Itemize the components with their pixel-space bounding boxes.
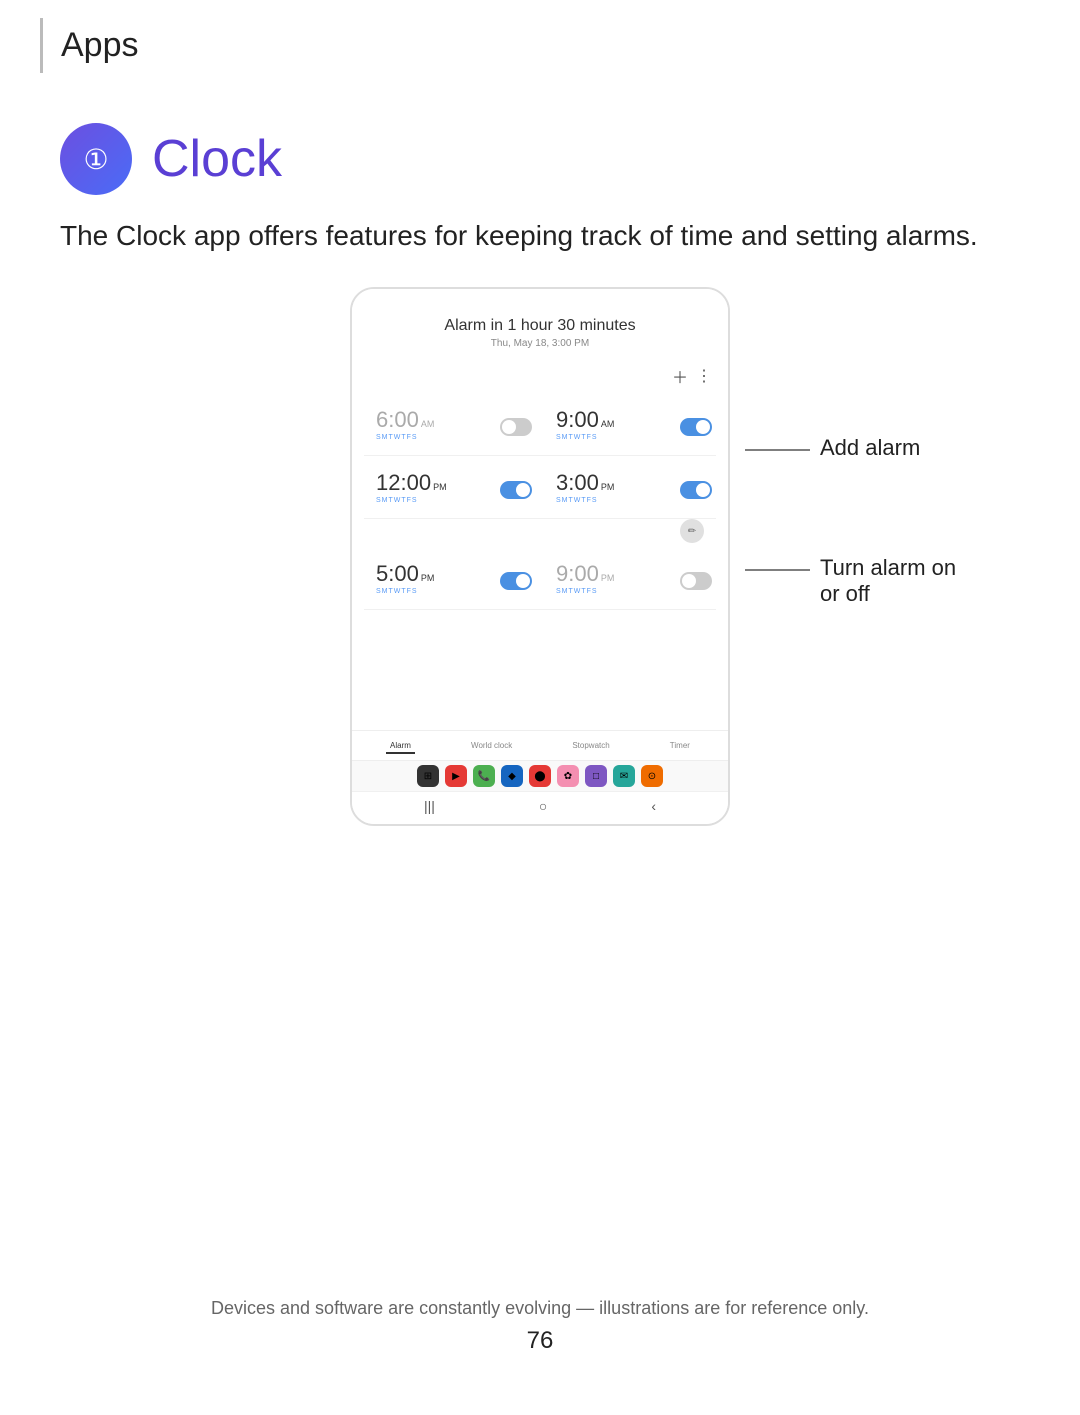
alarm-time-6: 9:00 — [556, 561, 599, 587]
alarm-item-1[interactable]: 6:00 AM SMTWTFS — [368, 401, 500, 447]
alarm-item-6[interactable]: 9:00 PM SMTWTFS — [548, 555, 680, 601]
alarm-days-2: SMTWTFS — [556, 434, 672, 441]
dock-phone-icon[interactable]: 📞 — [473, 765, 495, 787]
more-options-icon[interactable]: ⋮ — [696, 366, 712, 386]
callout-turn-alarm-label: Turn alarm on or off — [820, 555, 970, 607]
dock-app5-icon[interactable]: ✿ — [557, 765, 579, 787]
dock-grid-icon[interactable]: ⊞ — [417, 765, 439, 787]
navigation-bar: ||| ○ ‹ — [352, 791, 728, 820]
alarm-countdown: Alarm in 1 hour 30 minutes — [372, 317, 708, 335]
alarm-toggle-2[interactable] — [680, 401, 712, 447]
page-description: The Clock app offers features for keepin… — [60, 215, 1020, 257]
breadcrumb: Apps — [61, 18, 139, 73]
clock-app-icon: ① — [60, 123, 132, 195]
alarm-time-4: 3:00 — [556, 470, 599, 496]
dock-app3-icon[interactable]: ◆ — [501, 765, 523, 787]
page-title: Clock — [152, 129, 282, 189]
alarm-ampm-3: PM — [433, 482, 447, 492]
alarm-time-5: 5:00 — [376, 561, 419, 587]
dock-app8-icon[interactable]: ⊙ — [641, 765, 663, 787]
alarm-days-4: SMTWTFS — [556, 497, 672, 504]
alarm-time-3: 12:00 — [376, 470, 431, 496]
alarm-item-5[interactable]: 5:00 PM SMTWTFS — [368, 555, 500, 601]
footer: Devices and software are constantly evol… — [0, 1298, 1080, 1355]
alarm-item-3[interactable]: 12:00 PM SMTWTFS — [368, 464, 500, 510]
dock-youtube-icon[interactable]: ▶ — [445, 765, 467, 787]
alarm-date: Thu, May 18, 3:00 PM — [372, 338, 708, 349]
alarm-toggle-6[interactable] — [680, 555, 712, 601]
device-mockup: Alarm in 1 hour 30 minutes Thu, May 18, … — [350, 287, 730, 826]
alarm-toolbar: ＋ ⋮ — [352, 359, 728, 393]
callout-turn-alarm: Turn alarm on or off — [820, 555, 970, 607]
alarm-ampm-5: PM — [421, 573, 435, 583]
alarm-days-3: SMTWTFS — [376, 497, 492, 504]
add-alarm-icon[interactable]: ＋ — [672, 364, 688, 388]
tab-timer[interactable]: Timer — [666, 739, 694, 754]
alarm-toggle-5[interactable] — [500, 555, 532, 601]
table-row: 5:00 PM SMTWTFS 9:00 PM — [364, 547, 716, 610]
tab-world-clock[interactable]: World clock — [467, 739, 516, 754]
edit-icon-area: ✏ — [364, 519, 716, 547]
alarm-item-4[interactable]: 3:00 PM SMTWTFS — [548, 464, 680, 510]
alarm-ampm-4: PM — [601, 482, 615, 492]
dock-messages-icon[interactable]: ✉ — [613, 765, 635, 787]
edit-icon[interactable]: ✏ — [680, 519, 704, 543]
nav-recents-icon[interactable]: ||| — [424, 798, 435, 814]
callout-add-alarm-label: Add alarm — [820, 435, 920, 461]
alarm-ampm-2: AM — [601, 419, 615, 429]
alarm-ampm-6: PM — [601, 573, 615, 583]
nav-back-icon[interactable]: ‹ — [651, 798, 656, 814]
footer-note: Devices and software are constantly evol… — [0, 1298, 1080, 1319]
page-number: 76 — [0, 1327, 1080, 1355]
callout-add-alarm: Add alarm — [820, 435, 920, 461]
clock-icon: ① — [83, 143, 108, 176]
table-row: 12:00 PM SMTWTFS 3:00 P — [364, 456, 716, 519]
alarm-days-6: SMTWTFS — [556, 588, 672, 595]
alarm-item-2[interactable]: 9:00 AM SMTWTFS — [548, 401, 680, 447]
alarm-time-1: 6:00 — [376, 407, 419, 433]
tab-stopwatch[interactable]: Stopwatch — [568, 739, 613, 754]
alarm-toggle-4[interactable] — [680, 464, 712, 510]
nav-home-icon[interactable]: ○ — [539, 798, 547, 814]
tab-alarm[interactable]: Alarm — [386, 739, 415, 754]
alarm-list: 6:00 AM SMTWTFS 9:00 AM — [352, 393, 728, 610]
alarm-days-1: SMTWTFS — [376, 434, 492, 441]
dock-app6-icon[interactable]: □ — [585, 765, 607, 787]
table-row: 6:00 AM SMTWTFS 9:00 AM — [364, 393, 716, 456]
dock-chrome-icon[interactable]: ⬤ — [529, 765, 551, 787]
alarm-toggle-1[interactable] — [500, 401, 532, 447]
alarm-days-5: SMTWTFS — [376, 588, 492, 595]
app-dock: ⊞ ▶ 📞 ◆ ⬤ ✿ □ ✉ ⊙ — [352, 760, 728, 791]
page-header: ① Clock — [60, 123, 1020, 195]
alarm-header: Alarm in 1 hour 30 minutes Thu, May 18, … — [352, 289, 728, 359]
alarm-time-2: 9:00 — [556, 407, 599, 433]
bottom-navigation: Alarm World clock Stopwatch Timer ⊞ ▶ — [352, 730, 728, 824]
alarm-ampm-1: AM — [421, 419, 435, 429]
alarm-toggle-3[interactable] — [500, 464, 532, 510]
